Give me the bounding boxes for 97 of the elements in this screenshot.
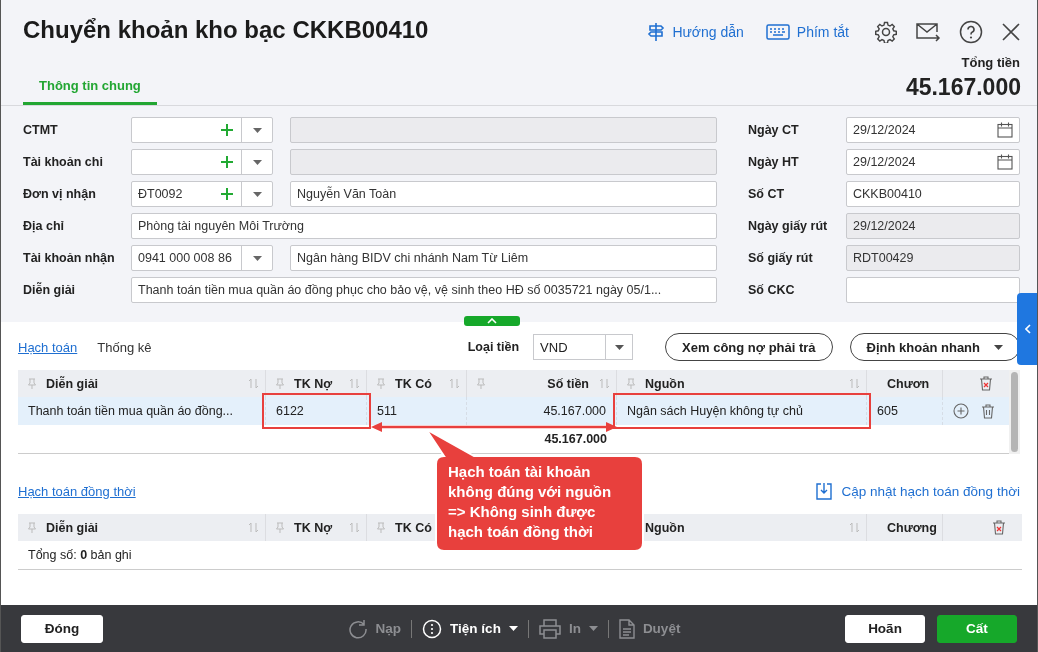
field-label: Đơn vị nhận xyxy=(23,187,97,201)
header-link[interactable]: Phím tắt xyxy=(765,24,849,40)
combo-field[interactable] xyxy=(131,149,273,175)
total-label: Tổng tiền xyxy=(961,55,1020,70)
keyboard-icon xyxy=(765,24,790,40)
field-label: CTMT xyxy=(23,123,59,137)
field-label: Diễn giải xyxy=(23,283,77,297)
sort-icon[interactable] xyxy=(349,522,360,533)
combo-field[interactable]: 0941 000 008 86 xyxy=(131,245,273,271)
footer-button[interactable]: Hoãn xyxy=(845,614,925,643)
document-icon xyxy=(618,618,635,639)
field-label: Tài khoản nhận xyxy=(23,251,116,265)
close-button[interactable]: Đóng xyxy=(21,614,103,643)
delete-all-icon[interactable] xyxy=(992,520,1006,535)
caret-icon xyxy=(588,626,598,631)
field-label: Địa chỉ xyxy=(23,219,65,233)
close-icon[interactable] xyxy=(1001,22,1021,42)
update-link[interactable]: Cập nhật hạch toán đồng thời xyxy=(815,482,1020,500)
record-count: Tổng số: 0 bản ghi xyxy=(28,548,132,562)
caret-icon[interactable] xyxy=(252,159,262,165)
action-button[interactable]: Xem công nợ phải trả xyxy=(665,333,833,361)
add-row-icon[interactable] xyxy=(953,403,969,419)
pin-icon[interactable] xyxy=(377,522,385,533)
calendar-icon[interactable] xyxy=(997,122,1013,138)
currency-select[interactable]: VND xyxy=(533,334,634,360)
toolbar-button[interactable]: Tiện ích xyxy=(412,618,528,639)
column-header[interactable]: Diễn giải xyxy=(46,520,99,535)
delete-all-icon[interactable] xyxy=(979,376,993,391)
download-icon xyxy=(815,482,832,500)
signpost-icon xyxy=(647,22,666,42)
plus-icon[interactable] xyxy=(221,156,233,168)
pin-icon[interactable] xyxy=(276,378,284,389)
sort-icon[interactable] xyxy=(849,378,860,389)
column-header[interactable]: TK Có xyxy=(395,520,432,535)
pin-icon[interactable] xyxy=(28,522,36,533)
trash-icon[interactable] xyxy=(981,403,995,419)
input-field[interactable]: CKKB00410 xyxy=(846,181,1020,207)
chevron-up-icon xyxy=(487,318,497,324)
plus-icon[interactable] xyxy=(221,124,233,136)
collapse-handle[interactable] xyxy=(464,316,520,326)
info-icon xyxy=(422,618,443,639)
pin-icon[interactable] xyxy=(28,378,36,389)
currency-label: Loại tiền xyxy=(467,340,520,354)
caret-icon xyxy=(994,344,1003,350)
pin-icon[interactable] xyxy=(477,378,485,389)
mail-icon[interactable] xyxy=(915,21,941,43)
combo-field[interactable]: ĐT0092 xyxy=(131,181,273,207)
input-field[interactable]: Ngân hàng BIDV chi nhánh Nam Từ Liêm xyxy=(290,245,717,271)
table-cell: Thanh toán tiền mua quần áo đồng... xyxy=(18,397,266,425)
field-label: Ngày giấy rút xyxy=(748,219,829,233)
calendar-icon[interactable] xyxy=(997,154,1013,170)
reload-icon xyxy=(347,618,368,639)
caret-icon xyxy=(614,344,624,350)
field-label: Số CKC xyxy=(748,283,796,297)
sort-icon[interactable] xyxy=(349,378,360,389)
field-label: Tài khoản chi xyxy=(23,155,104,169)
printer-icon xyxy=(538,618,561,639)
field-label: Ngày CT xyxy=(748,123,800,137)
caret-icon[interactable] xyxy=(252,191,262,197)
chevron-left-icon xyxy=(1024,324,1031,334)
date-field[interactable]: 29/12/2024 xyxy=(846,117,1020,143)
action-button[interactable]: Định khoản nhanh xyxy=(849,333,1020,361)
sort-icon[interactable] xyxy=(248,522,259,533)
window-title: Chuyển khoản kho bạc CKKB00410 xyxy=(23,16,429,44)
input-field[interactable]: Nguyễn Văn Toàn xyxy=(290,181,717,207)
date-field[interactable]: 29/12/2024 xyxy=(846,149,1020,175)
field-label: Số CT xyxy=(748,187,786,201)
input-field[interactable]: Phòng tài nguyên Môi Trường xyxy=(131,213,717,239)
section-link[interactable]: Hạch toán đồng thời xyxy=(18,483,136,499)
field-label: Ngày HT xyxy=(748,155,800,169)
section-tab[interactable]: Hạch toán xyxy=(18,339,78,355)
caret-icon xyxy=(508,626,518,631)
sort-icon[interactable] xyxy=(449,378,460,389)
sort-icon[interactable] xyxy=(248,378,259,389)
pin-icon[interactable] xyxy=(377,378,385,389)
total-amount: 45.167.000 xyxy=(905,74,1021,101)
combo-field[interactable] xyxy=(131,117,273,143)
table-cell: 605 xyxy=(867,397,943,425)
pin-icon[interactable] xyxy=(627,378,635,389)
table-total: 45.167.000 xyxy=(543,431,608,448)
sort-icon[interactable] xyxy=(849,522,860,533)
header-link[interactable]: Hướng dẫn xyxy=(647,22,744,42)
field-label: Số giấy rút xyxy=(748,251,814,265)
column-header[interactable]: TK Nợ xyxy=(294,520,333,535)
column-header[interactable]: Nguồn xyxy=(645,520,685,535)
column-header[interactable]: Chương xyxy=(887,520,937,535)
side-panel-tab[interactable] xyxy=(1017,293,1037,365)
input-field[interactable]: Thanh toán tiền mua quần áo đồng phục cho bảo vệ, vệ sinh theo HĐ số 0035721 ngày 05/1... xyxy=(131,277,717,303)
caret-icon[interactable] xyxy=(252,255,262,261)
sort-icon[interactable] xyxy=(599,378,610,389)
help-icon[interactable] xyxy=(959,20,983,44)
section-tab[interactable]: Thống kê xyxy=(97,339,152,355)
caret-icon[interactable] xyxy=(252,127,262,133)
pin-icon[interactable] xyxy=(276,522,284,533)
plus-icon[interactable] xyxy=(221,188,233,200)
settings-icon[interactable] xyxy=(875,21,897,43)
input-field[interactable] xyxy=(846,277,1020,303)
